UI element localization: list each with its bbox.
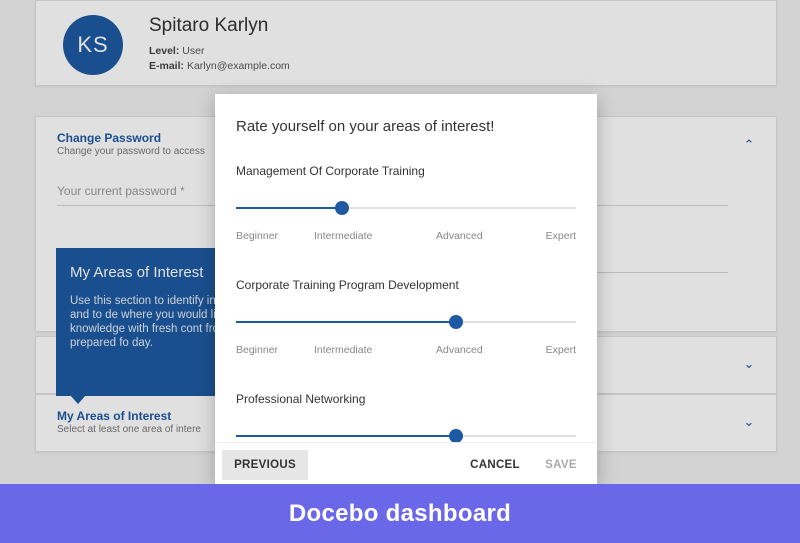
level-label-beginner: Beginner <box>236 230 279 242</box>
slider-thumb[interactable] <box>448 315 463 329</box>
level-label-beginner: Beginner <box>236 344 279 356</box>
level-labels: Beginner Intermediate Advanced Expert <box>236 230 576 244</box>
slider-thumb[interactable] <box>448 429 463 443</box>
save-button[interactable]: SAVE <box>541 450 581 480</box>
level-labels: Beginner Intermediate Advanced Expert <box>236 344 576 358</box>
slider-fill <box>236 321 456 323</box>
slider-fill <box>236 207 343 209</box>
question-label: Professional Networking <box>236 392 366 406</box>
level-label-intermediate: Intermediate <box>314 230 373 242</box>
level-label-advanced: Advanced <box>436 344 483 356</box>
caption-banner: Docebo dashboard <box>0 484 800 543</box>
slider-fill <box>236 435 456 437</box>
modal-title: Rate yourself on your areas of interest! <box>236 118 495 135</box>
modal-footer: PREVIOUS CANCEL SAVE <box>215 442 597 486</box>
slider-thumb[interactable] <box>335 201 350 215</box>
level-label-intermediate: Intermediate <box>314 344 373 356</box>
rating-modal: Rate yourself on your areas of interest!… <box>215 94 597 486</box>
level-slider[interactable] <box>236 201 576 215</box>
level-slider[interactable] <box>236 429 576 443</box>
level-label-expert: Expert <box>545 230 576 242</box>
level-label-advanced: Advanced <box>436 230 483 242</box>
question-label: Corporate Training Program Development <box>236 278 459 292</box>
level-slider[interactable] <box>236 315 576 329</box>
level-label-expert: Expert <box>545 344 576 356</box>
cancel-button[interactable]: CANCEL <box>467 450 523 480</box>
previous-button[interactable]: PREVIOUS <box>222 450 308 480</box>
question-label: Management Of Corporate Training <box>236 164 425 178</box>
